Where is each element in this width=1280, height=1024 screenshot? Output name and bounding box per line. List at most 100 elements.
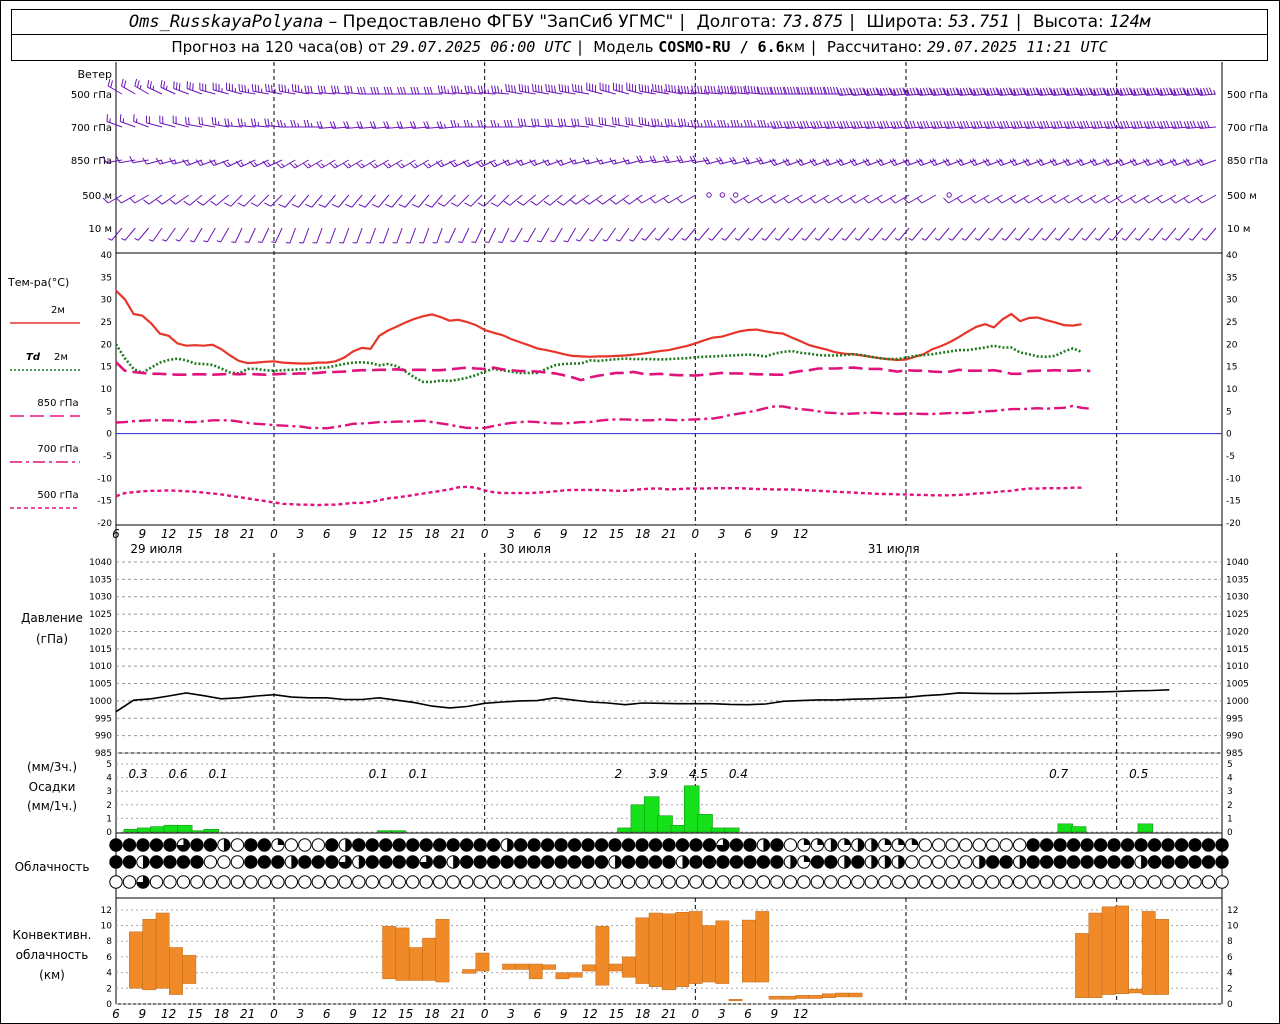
cloud-circle [716,855,730,869]
barb-full [842,120,847,129]
wind-barb [733,192,739,198]
barb-full [505,83,507,92]
convective-cloud-bar [608,963,623,972]
barb-full [278,203,286,208]
temp-tick-label-right: 35 [1226,273,1237,283]
temp-tick-label-left: 0 [106,430,112,440]
wind-barb [231,227,243,243]
barb-half [414,163,418,167]
barb-full [224,118,227,126]
barb-full [115,197,122,204]
barb-full [1019,120,1023,128]
cloud-circle [918,855,932,869]
cloud-cover-symbol [1188,838,1202,852]
barb-staff [261,227,270,243]
cloud-cover-symbol [1161,875,1175,889]
convective-tick-label-right: 12 [1227,906,1238,916]
cloud-circle [1080,855,1094,869]
barb-full [757,119,761,128]
wind-barb [392,227,403,244]
wind-barb [303,119,323,128]
cloud-fill-sector [898,855,905,869]
barb-staff [563,194,576,206]
cloud-cover-symbol [446,838,460,852]
wind-barb [160,79,176,95]
barb-staff [553,227,563,243]
barb-full [717,119,721,128]
barb-full [284,84,287,93]
cloud-circle [244,838,258,852]
cloud-circle [513,875,528,889]
wind-barb [841,227,857,241]
wind-level-label-right: 10 м [1227,224,1250,235]
time-axis-label: 9 [349,527,357,541]
cloud-circle [298,855,312,869]
barb-half [563,240,568,243]
barb-full [591,117,593,126]
barb-staff [193,227,203,243]
cloud-circle [176,875,191,889]
barb-full [1032,87,1037,95]
cloud-cover-symbol [1134,855,1148,869]
wind-barb [352,227,363,244]
barb-half [1015,238,1020,241]
cloud-circle [257,838,272,852]
convective-tick-label-right: 10 [1227,922,1239,932]
cloud-circle [203,838,218,852]
barb-full [450,119,454,128]
barb-half [615,239,620,242]
cloud-circle [1093,838,1108,852]
precip-bar [190,830,206,833]
barb-full [989,87,994,96]
barb-full [989,120,994,129]
barb-half [602,239,607,242]
barb-half [894,238,900,241]
barb-full [802,120,807,129]
barb-full [316,162,322,169]
barb-full [809,197,816,204]
barb-staff [681,194,696,204]
barb-full [564,84,567,93]
barb-half [1028,238,1033,241]
cloud-cover-symbol [203,855,218,869]
barb-full [1059,120,1063,128]
precip-total-label: 0.1 [209,767,228,781]
cloud-fill-sector [763,838,770,852]
precip-tick-label-left: 2 [106,801,112,811]
cloud-circle [864,875,879,889]
barb-full [537,118,540,127]
wind-barb [654,227,670,241]
barb-full [1099,120,1103,128]
cloud-circle [122,875,137,889]
cloud-cover-symbol [1066,838,1081,852]
cloud-cover-symbol [716,855,730,869]
barb-full [743,119,747,128]
barb-full [264,118,267,126]
barb-full [723,119,727,128]
barb-half [536,240,542,243]
barb-full [136,80,140,88]
barb-half [507,160,511,165]
barb-full [493,119,497,128]
cloud-cover-symbol [298,855,312,869]
cloud-cover-symbol [932,838,946,852]
wind-barb [943,194,963,204]
cloud-circle [608,838,622,852]
time-axis-label-bottom: 6 [744,1007,752,1021]
convective-cloud-bar [515,963,530,970]
cloud-circle [379,875,393,889]
convective-tick-label-left: 12 [101,906,112,916]
cloud-circle [1134,838,1148,852]
barb-full [736,119,740,128]
barb-full [278,83,281,92]
barb-half [934,238,940,241]
cloud-cover-symbol [365,855,379,869]
barb-half [231,241,236,243]
barb-full [453,119,457,128]
barb-full [1122,120,1127,129]
barb-full [544,118,547,126]
cloud-circle [743,838,757,852]
cloud-circle [554,855,568,869]
barb-full [638,116,641,125]
cloud-cover-symbol [392,875,406,889]
